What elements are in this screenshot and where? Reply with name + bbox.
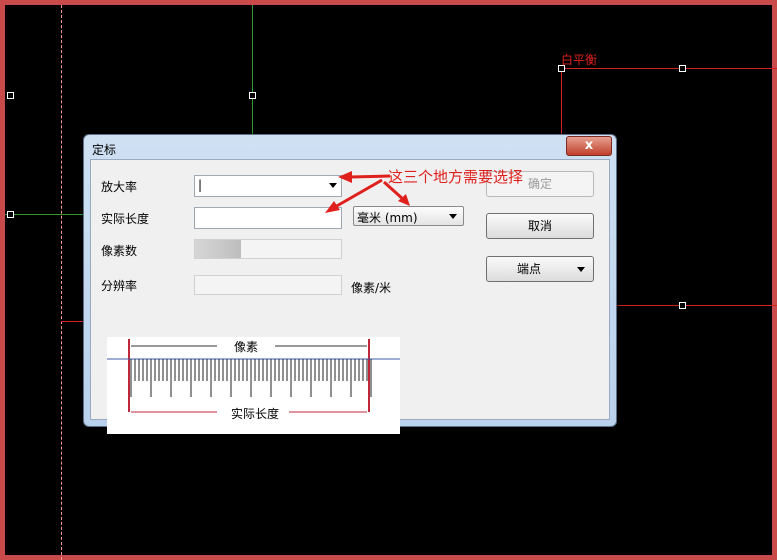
annotation-text: 这三个地方需要选择: [388, 168, 524, 186]
annotation-arrows: [325, 171, 410, 213]
